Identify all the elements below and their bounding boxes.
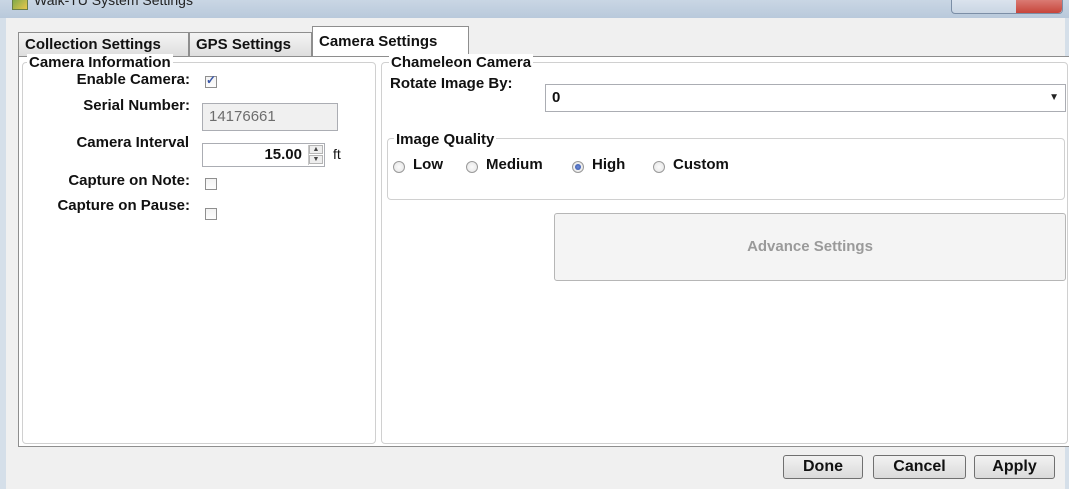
camera-information-title: Camera Information	[27, 54, 173, 71]
serial-number-field[interactable]: 14176661	[202, 103, 338, 131]
serial-number-label: Serial Number:	[83, 97, 190, 114]
rotate-image-label: Rotate Image By:	[390, 75, 513, 92]
enable-camera-checkbox[interactable]	[205, 73, 217, 88]
quality-radio-high[interactable]	[572, 161, 584, 173]
quality-label-medium: Medium	[486, 156, 543, 173]
cancel-button[interactable]: Cancel	[873, 455, 966, 479]
spin-down-icon[interactable]: ▼	[309, 155, 323, 164]
capture-on-note-checkbox[interactable]	[205, 178, 217, 190]
chevron-down-icon: ▼	[1049, 92, 1059, 103]
quality-label-high: High	[592, 156, 626, 173]
quality-label-low: Low	[413, 156, 443, 173]
camera-interval-value: 15.00	[264, 146, 302, 163]
enable-camera-label: Enable Camera:	[76, 71, 190, 88]
capture-on-note-label: Capture on Note:	[68, 172, 190, 189]
camera-interval-input[interactable]: 15.00 ▲ ▼	[202, 143, 325, 167]
app-icon	[12, 0, 28, 10]
spin-up-icon[interactable]: ▲	[309, 145, 323, 154]
capture-on-pause-checkbox[interactable]	[205, 208, 217, 220]
tab-camera-settings[interactable]: Camera Settings	[312, 26, 469, 57]
quality-radio-medium[interactable]	[466, 161, 478, 173]
tab-collection-settings[interactable]: Collection Settings	[18, 32, 189, 56]
capture-on-pause-label: Capture on Pause:	[57, 197, 190, 214]
window-controls[interactable]	[951, 0, 1063, 14]
title-bar: Walk-TU System Settings	[0, 0, 1069, 18]
quality-radio-low[interactable]	[393, 161, 405, 173]
dialog-client: Collection Settings GPS Settings Camera …	[6, 18, 1069, 489]
quality-radio-custom[interactable]	[653, 161, 665, 173]
apply-button[interactable]: Apply	[974, 455, 1055, 479]
camera-interval-unit: ft	[333, 146, 341, 162]
quality-label-custom: Custom	[673, 156, 729, 173]
tab-gps-settings[interactable]: GPS Settings	[189, 32, 312, 56]
camera-interval-spinner[interactable]: ▲ ▼	[308, 145, 323, 165]
image-quality-title: Image Quality	[394, 131, 497, 148]
chameleon-camera-title: Chameleon Camera	[389, 54, 534, 71]
camera-interval-label: Camera Interval	[76, 134, 189, 151]
rotate-image-value: 0	[552, 89, 561, 106]
advance-settings-button[interactable]: Advance Settings	[554, 213, 1066, 281]
done-button[interactable]: Done	[783, 455, 863, 479]
camera-settings-page: Camera Information Enable Camera: Serial…	[18, 54, 1069, 447]
rotate-image-dropdown[interactable]: 0 ▼	[545, 84, 1066, 112]
window-title: Walk-TU System Settings	[34, 0, 193, 8]
